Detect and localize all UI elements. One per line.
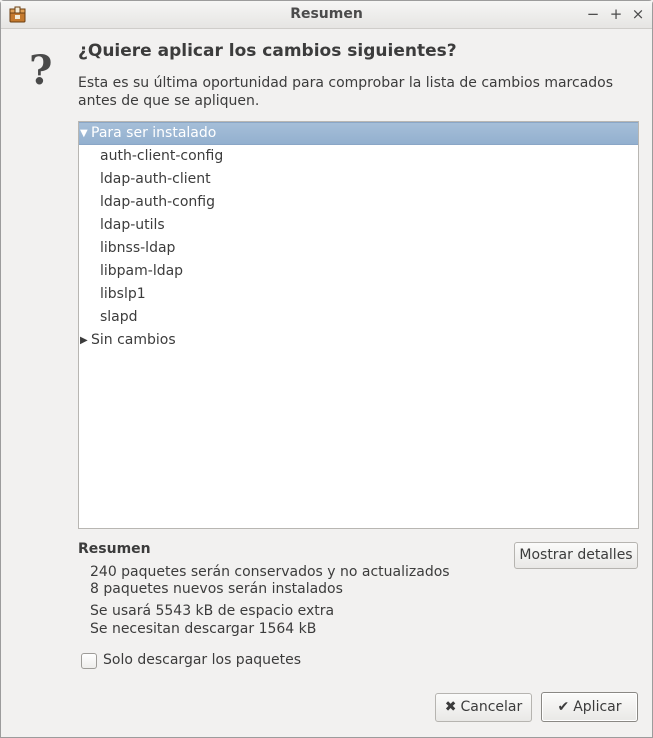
- minimize-button[interactable]: −: [584, 4, 602, 24]
- close-button[interactable]: ×: [629, 4, 647, 24]
- tree-item-row[interactable]: ldap-utils: [79, 214, 638, 237]
- group-label: Para ser instalado: [91, 125, 217, 141]
- package-name: auth-client-config: [100, 148, 224, 164]
- changes-tree[interactable]: ▼ Para ser instalado auth-client-config …: [78, 121, 639, 529]
- expander-open-icon[interactable]: ▼: [80, 123, 88, 144]
- tree-group-row[interactable]: ▶ Sin cambios: [79, 329, 638, 352]
- dialog-description: Esta es su última oportunidad para compr…: [78, 75, 614, 109]
- summary-line: 240 paquetes serán conservados y no actu…: [90, 564, 450, 580]
- package-name: libpam-ldap: [100, 263, 184, 279]
- dialog-heading: ¿Quiere aplicar los cambios siguientes?: [78, 41, 457, 61]
- question-icon: ?: [29, 47, 53, 94]
- tree-item-row[interactable]: libnss-ldap: [79, 237, 638, 260]
- apply-label: Aplicar: [573, 699, 622, 715]
- apply-button[interactable]: ✔ Aplicar: [541, 692, 638, 722]
- package-name: libnss-ldap: [100, 240, 176, 256]
- summary-line: 8 paquetes nuevos serán instalados: [90, 581, 343, 597]
- tree-item-row[interactable]: libslp1: [79, 283, 638, 306]
- window-title: Resumen: [290, 6, 363, 22]
- summary-line: Se usará 5543 kB de espacio extra: [90, 603, 335, 619]
- tree-item-row[interactable]: slapd: [79, 306, 638, 329]
- tree-item-row[interactable]: ldap-auth-client: [79, 168, 638, 191]
- tree-item-row[interactable]: libpam-ldap: [79, 260, 638, 283]
- summary-heading: Resumen: [78, 541, 151, 557]
- package-name: ldap-auth-config: [100, 194, 216, 210]
- package-name: libslp1: [100, 286, 146, 302]
- tree-item-row[interactable]: auth-client-config: [79, 145, 638, 168]
- cancel-label: Cancelar: [460, 699, 523, 715]
- download-only-label[interactable]: Solo descargar los paquetes: [103, 652, 301, 668]
- show-details-button[interactable]: Mostrar detalles: [514, 542, 638, 569]
- package-name: ldap-utils: [100, 217, 165, 233]
- tree-item-row[interactable]: ldap-auth-config: [79, 191, 638, 214]
- close-icon: ✖: [444, 699, 457, 715]
- maximize-button[interactable]: +: [607, 4, 625, 24]
- package-name: ldap-auth-client: [100, 171, 211, 187]
- group-label: Sin cambios: [91, 332, 176, 348]
- cancel-button[interactable]: ✖ Cancelar: [435, 693, 532, 722]
- tree-group-row[interactable]: ▼ Para ser instalado: [79, 122, 638, 145]
- download-only-checkbox[interactable]: [81, 653, 97, 669]
- package-name: slapd: [100, 309, 138, 325]
- expander-closed-icon[interactable]: ▶: [80, 329, 88, 352]
- checkmark-icon: ✔: [557, 699, 570, 715]
- summary-dialog-window: Resumen − + × ? ¿Quiere aplicar los camb…: [0, 0, 653, 738]
- title-bar[interactable]: Resumen − + ×: [1, 1, 652, 29]
- summary-line: Se necesitan descargar 1564 kB: [90, 621, 317, 637]
